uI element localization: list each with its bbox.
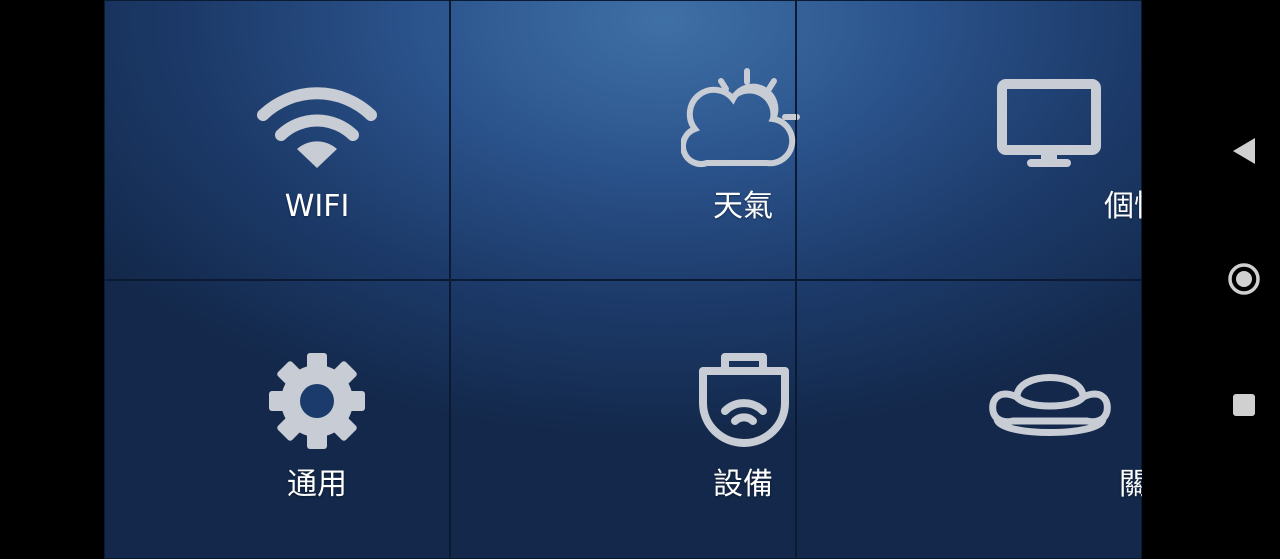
recents-icon[interactable] (1221, 382, 1267, 428)
personalization-tile[interactable]: 個性化 (796, 0, 1194, 280)
device-tile[interactable]: 設備 (450, 280, 796, 559)
monitor-icon (997, 79, 1101, 167)
weather-icon (681, 68, 800, 168)
general-tile[interactable]: 通用 (104, 280, 450, 559)
device-icon (699, 353, 789, 447)
gear-icon (269, 353, 365, 449)
back-icon[interactable] (1221, 128, 1267, 174)
home-icon[interactable] (1221, 256, 1267, 302)
settings-screen: WIFI 天氣 個性化 (0, 0, 1280, 559)
wifi-icon (257, 87, 377, 168)
sofa-icon (989, 374, 1111, 436)
navigation-bar (1142, 0, 1280, 559)
about-tile[interactable]: 關於 (796, 280, 1179, 559)
weather-tile[interactable]: 天氣 (450, 0, 800, 280)
settings-grid: WIFI 天氣 個性化 (104, 0, 1194, 559)
wifi-tile[interactable]: WIFI (104, 0, 450, 280)
